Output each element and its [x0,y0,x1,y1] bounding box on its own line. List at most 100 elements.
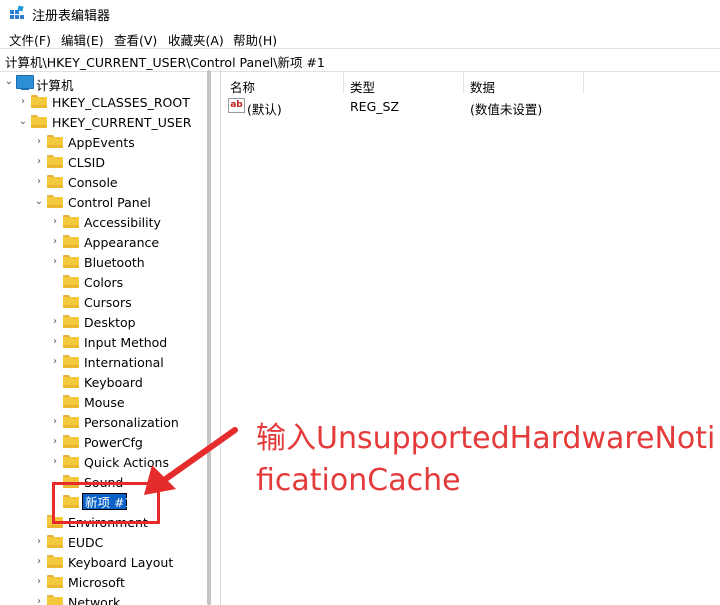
folder-icon [63,215,79,228]
tree-item-label: CLSID [68,155,105,170]
value-data: (数值未设置) [470,102,543,117]
folder-icon [63,335,79,348]
column-divider[interactable] [463,72,464,94]
chevron-right-icon[interactable]: › [50,256,60,268]
list-header: 名称 类型 数据 [221,72,720,96]
tree-scrollbar[interactable] [207,70,211,605]
tree-item-control-panel[interactable]: ⌄ Control Panel [0,192,200,212]
chevron-right-icon[interactable]: › [50,236,60,248]
menu-view[interactable]: 查看(V) [114,30,157,49]
annotation-arrow-icon [144,427,238,495]
folder-icon [47,535,63,548]
folder-icon [63,395,79,408]
tree-item-label: HKEY_CLASSES_ROOT [52,95,190,110]
menu-edit[interactable]: 编辑(E) [61,30,104,49]
chevron-right-icon[interactable]: › [50,456,60,468]
tree-item-label: Control Panel [68,195,151,210]
address-path[interactable]: 计算机\HKEY_CURRENT_USER\Control Panel\新项 #… [5,52,325,71]
chevron-right-icon[interactable]: › [34,176,44,188]
tree-item-label: Microsoft [68,575,125,590]
folder-icon [63,315,79,328]
tree-item-hkcr[interactable]: › HKEY_CLASSES_ROOT [0,92,200,112]
chevron-right-icon[interactable]: › [50,216,60,228]
tree-item-keyboard[interactable]: Keyboard [0,372,200,392]
tree-pane[interactable]: ⌄ 计算机 › HKEY_CLASSES_ROOT ⌄ HKEY_CURRENT… [0,71,218,605]
tree-item-bluetooth[interactable]: › Bluetooth [0,252,200,272]
tree-item-label: Appearance [84,235,160,250]
chevron-right-icon[interactable]: › [34,576,44,588]
tree-item-label: Input Method [84,335,168,350]
computer-icon [16,75,34,90]
menu-file[interactable]: 文件(F) [9,30,51,49]
tree-item-keyboard-layout[interactable]: › Keyboard Layout [0,552,200,572]
chevron-right-icon[interactable]: › [34,556,44,568]
folder-icon [63,255,79,268]
folder-icon [63,455,79,468]
value-name: (默认) [247,102,282,117]
tree-item-international[interactable]: › International [0,352,200,372]
chevron-down-icon[interactable]: ⌄ [18,116,28,128]
chevron-right-icon[interactable]: › [50,416,60,428]
window-title: 注册表编辑器 [32,9,111,24]
tree-item-label: HKEY_CURRENT_USER [52,115,192,130]
tree-item-label: Desktop [84,315,136,330]
column-header-data[interactable]: 数据 [470,77,495,96]
tree-item-appearance[interactable]: › Appearance [0,232,200,252]
menu-favorites[interactable]: 收藏夹(A) [168,30,224,49]
tree-item-clsid[interactable]: › CLSID [0,152,200,172]
tree-item-label: Colors [84,275,124,290]
tree-item-input-method[interactable]: › Input Method [0,332,200,352]
tree-item-appevents[interactable]: › AppEvents [0,132,200,152]
tree-item-label: Console [68,175,118,190]
tree-item-eudc[interactable]: › EUDC [0,532,200,552]
chevron-down-icon[interactable]: ⌄ [34,196,44,208]
column-divider[interactable] [583,72,584,94]
tree-item-label: Network [68,595,121,605]
chevron-right-icon[interactable]: › [34,596,44,605]
column-divider[interactable] [343,72,344,94]
chevron-right-icon[interactable]: › [50,316,60,328]
tree-item-mouse[interactable]: Mouse [0,392,200,412]
folder-icon [63,375,79,388]
chevron-right-icon[interactable]: › [34,156,44,168]
value-type: REG_SZ [350,99,400,114]
tree-item-desktop[interactable]: › Desktop [0,312,200,332]
folder-icon [63,295,79,308]
tree-item-hkcu[interactable]: ⌄ HKEY_CURRENT_USER [0,112,200,132]
tree-item-microsoft[interactable]: › Microsoft [0,572,200,592]
chevron-down-icon[interactable]: ⌄ [4,76,14,88]
chevron-right-icon[interactable]: › [34,136,44,148]
tree-item-accessibility[interactable]: › Accessibility [0,212,200,232]
pane-splitter[interactable] [220,70,221,605]
folder-icon [47,175,63,188]
tree-item-label: International [84,355,164,370]
annotation-text: 输入UnsupportedHardwareNotificationCache [256,421,716,498]
folder-icon [31,115,47,128]
menu-bar: 文件(F) 编辑(E) 查看(V) 收藏夹(A) 帮助(H) [0,26,720,48]
tree-item-cursors[interactable]: Cursors [0,292,200,312]
tree-item-colors[interactable]: Colors [0,272,200,292]
column-header-type[interactable]: 类型 [350,77,375,96]
chevron-right-icon[interactable]: › [50,436,60,448]
tree-item-console[interactable]: › Console [0,172,200,192]
tree-item-label: Accessibility [84,215,161,230]
address-bar[interactable]: 计算机\HKEY_CURRENT_USER\Control Panel\新项 #… [0,48,720,72]
tree-item-network[interactable]: › Network [0,592,200,605]
tree-item-label: Cursors [84,295,132,310]
tree-item-computer[interactable]: ⌄ 计算机 [0,72,200,93]
folder-icon [63,355,79,368]
tree-item-label: Keyboard [84,375,143,390]
folder-icon [63,435,79,448]
table-row[interactable]: ab (默认) REG_SZ (数值未设置) [221,96,720,117]
column-header-name[interactable]: 名称 [230,77,255,96]
folder-icon [47,135,63,148]
chevron-right-icon[interactable]: › [50,356,60,368]
tree-item-label: Keyboard Layout [68,555,174,570]
chevron-right-icon[interactable]: › [18,96,28,108]
chevron-right-icon[interactable]: › [34,536,44,548]
tree-item-label: AppEvents [68,135,135,150]
folder-icon [47,595,63,605]
menu-help[interactable]: 帮助(H) [233,30,277,49]
chevron-right-icon[interactable]: › [50,336,60,348]
folder-icon [47,155,63,168]
